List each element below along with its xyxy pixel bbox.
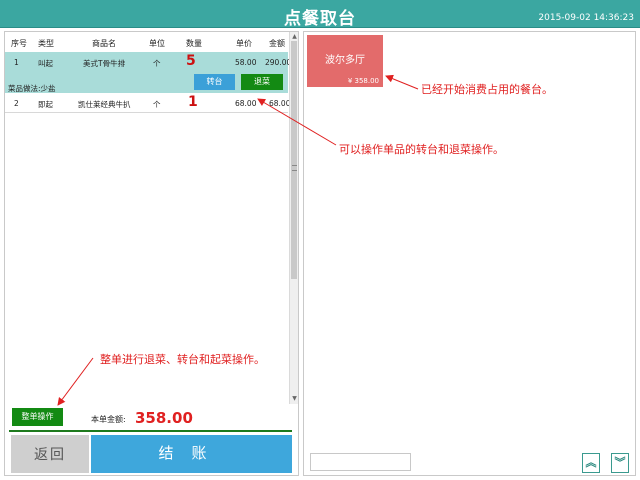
col-no: 序号 — [11, 39, 27, 48]
row-qty: 1 — [188, 94, 198, 110]
checkout-button[interactable]: 结账 — [91, 435, 292, 473]
divider — [9, 430, 292, 432]
order-table-header: 序号 类型 商品名 单位 数量 单价 金额 — [5, 32, 290, 52]
col-unit: 单位 — [149, 39, 165, 48]
table-card[interactable]: 波尔多厅 ¥ 358.00 — [307, 35, 383, 87]
row-qty: 5 — [186, 53, 196, 69]
row-type: 即起 — [38, 100, 53, 109]
annotation-occupied: 已经开始消费占用的餐台。 — [421, 83, 553, 96]
table-amount: ¥ 358.00 — [347, 77, 379, 85]
table-panel: 波尔多厅 ¥ 358.00 ︽ ︾ — [303, 31, 636, 476]
row-type: 叫起 — [38, 59, 53, 68]
col-name: 商品名 — [92, 39, 116, 48]
scroll-down-arrow-icon[interactable]: ▼ — [291, 395, 298, 403]
clock: 2015-09-02 14:36:23 — [538, 13, 634, 23]
back-button[interactable]: 返回 — [11, 435, 89, 473]
scroll-up-arrow-icon[interactable]: ▲ — [291, 33, 298, 41]
row-amount: 68.00 — [269, 99, 291, 108]
row-unit: 个 — [153, 59, 161, 68]
table-name: 波尔多厅 — [325, 55, 365, 66]
order-scrollbar[interactable]: ▲ ▼ — [289, 32, 298, 404]
transfer-button[interactable]: 转台 — [194, 74, 235, 90]
search-input[interactable] — [310, 453, 411, 471]
row-amount: 290.00 — [265, 58, 292, 67]
whole-order-button[interactable]: 整单操作 — [12, 408, 63, 426]
annotation-item-ops: 可以操作单品的转台和退菜操作。 — [339, 143, 504, 156]
page-up-icon[interactable]: ︽ — [582, 453, 600, 473]
return-dish-button[interactable]: 退菜 — [241, 74, 283, 90]
row-price: 68.00 — [235, 99, 257, 108]
grip-icon — [292, 165, 297, 171]
total-label: 本单金额: — [91, 415, 126, 424]
annotation-whole-ops: 整单进行退菜、转台和起菜操作。 — [100, 353, 265, 366]
row-detail: 菜品做法:少盐 转台 退菜 — [5, 72, 288, 93]
row-unit: 个 — [153, 100, 161, 109]
page-down-icon[interactable]: ︾ — [611, 453, 629, 473]
total-amount: 358.00 — [135, 409, 193, 427]
table-row[interactable]: 2 即起 凯仕莱经典牛扒 个 1 68.00 68.00 — [5, 93, 291, 113]
col-amount: 金额 — [269, 39, 285, 48]
col-type: 类型 — [38, 39, 54, 48]
col-price: 单价 — [236, 39, 252, 48]
row-name: 美式T骨牛排 — [83, 59, 126, 68]
row-no: 2 — [14, 99, 19, 108]
order-panel: 序号 类型 商品名 单位 数量 单价 金额 1 叫起 美式T骨牛排 个 5 58… — [4, 31, 299, 476]
scroll-thumb[interactable] — [291, 41, 297, 279]
col-qty: 数量 — [186, 39, 202, 48]
row-no: 1 — [14, 58, 19, 67]
row-price: 58.00 — [235, 58, 257, 67]
table-row[interactable]: 1 叫起 美式T骨牛排 个 5 58.00 290.00 — [5, 52, 292, 72]
row-name: 凯仕莱经典牛扒 — [78, 100, 131, 109]
title-bar: 点餐取台 2015-09-02 14:36:23 — [0, 0, 640, 29]
